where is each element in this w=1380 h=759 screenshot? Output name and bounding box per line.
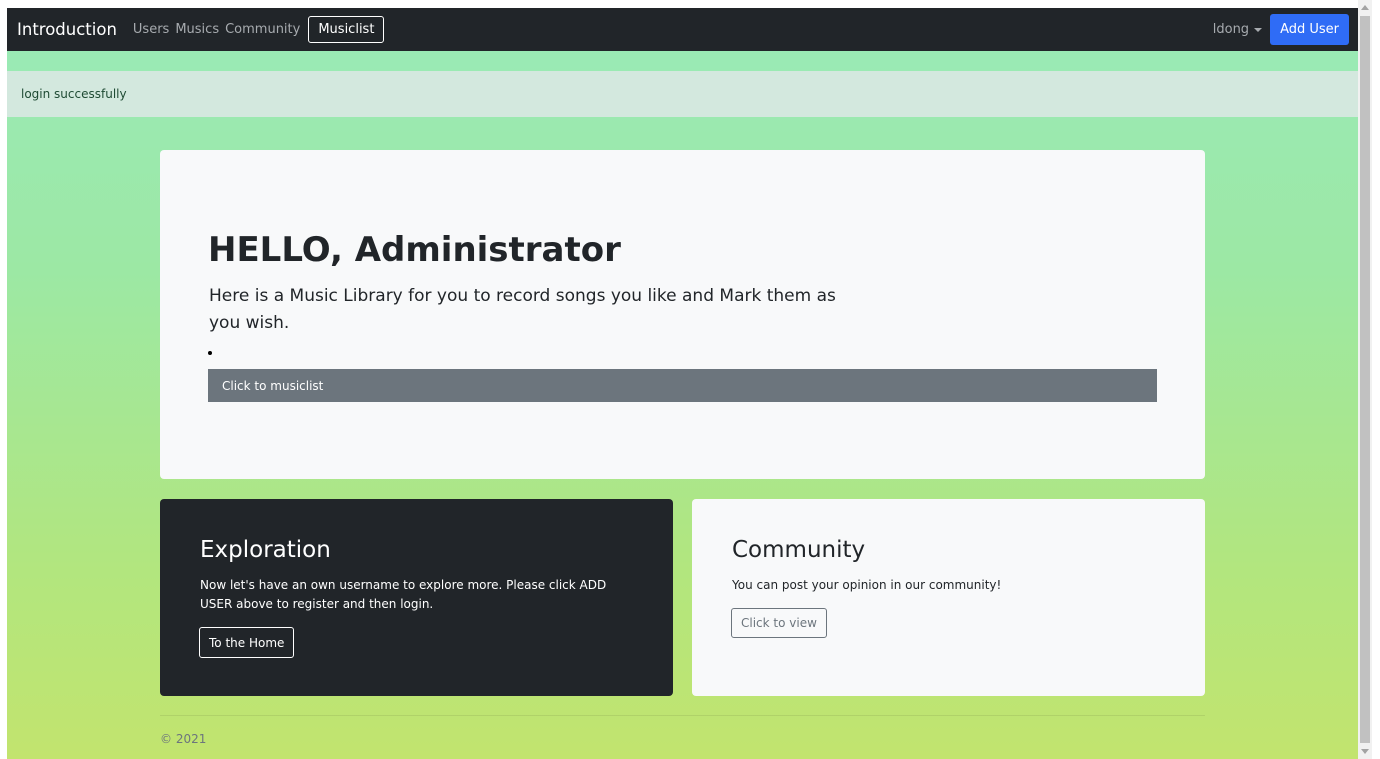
hero-title: HELLO, Administrator: [208, 230, 621, 270]
alert-message: login successfully: [21, 87, 127, 101]
hero-lead: Here is a Music Library for you to recor…: [209, 286, 836, 333]
scroll-down-arrow-icon[interactable]: [1361, 749, 1369, 754]
hero-jumbotron: HELLO, Administrator Here is a Music Lib…: [160, 150, 1205, 479]
click-to-view-button[interactable]: Click to view: [731, 608, 827, 638]
navbar-brand[interactable]: Introduction: [17, 20, 117, 39]
scroll-up-arrow-icon[interactable]: [1361, 5, 1369, 10]
nav-link-musiclist[interactable]: Musiclist: [308, 16, 385, 43]
community-card: Community You can post your opinion in o…: [692, 499, 1205, 696]
footer-copyright: © 2021: [160, 732, 207, 746]
user-dropdown[interactable]: ldong: [1212, 22, 1263, 37]
footer-divider: [160, 715, 1205, 716]
nav-link-musics[interactable]: Musics: [175, 22, 219, 37]
navbar-right: ldong Add User: [1213, 14, 1349, 45]
caret-down-icon: [1254, 27, 1263, 32]
to-home-button[interactable]: To the Home: [199, 627, 295, 658]
add-user-button[interactable]: Add User: [1270, 14, 1349, 45]
user-dropdown-label: ldong: [1212, 22, 1250, 37]
exploration-text: Now let's have an own username to explor…: [200, 578, 607, 611]
login-success-alert: login successfully: [7, 71, 1358, 117]
exploration-title: Exploration: [200, 537, 331, 563]
bullet-dot: [208, 351, 212, 355]
page-viewport: Introduction Users Musics Community Musi…: [7, 8, 1358, 759]
scrollbar-thumb[interactable]: [1360, 16, 1370, 743]
community-text: You can post your opinion in our communi…: [732, 578, 1002, 592]
nav-link-users[interactable]: Users: [133, 22, 169, 37]
exploration-card: Exploration Now let's have an own userna…: [160, 499, 673, 696]
musiclist-button[interactable]: Click to musiclist: [208, 369, 1157, 402]
navbar: Introduction Users Musics Community Musi…: [7, 8, 1358, 51]
nav-link-community[interactable]: Community: [225, 22, 300, 37]
vertical-scrollbar[interactable]: [1358, 0, 1372, 759]
community-title: Community: [732, 537, 866, 563]
